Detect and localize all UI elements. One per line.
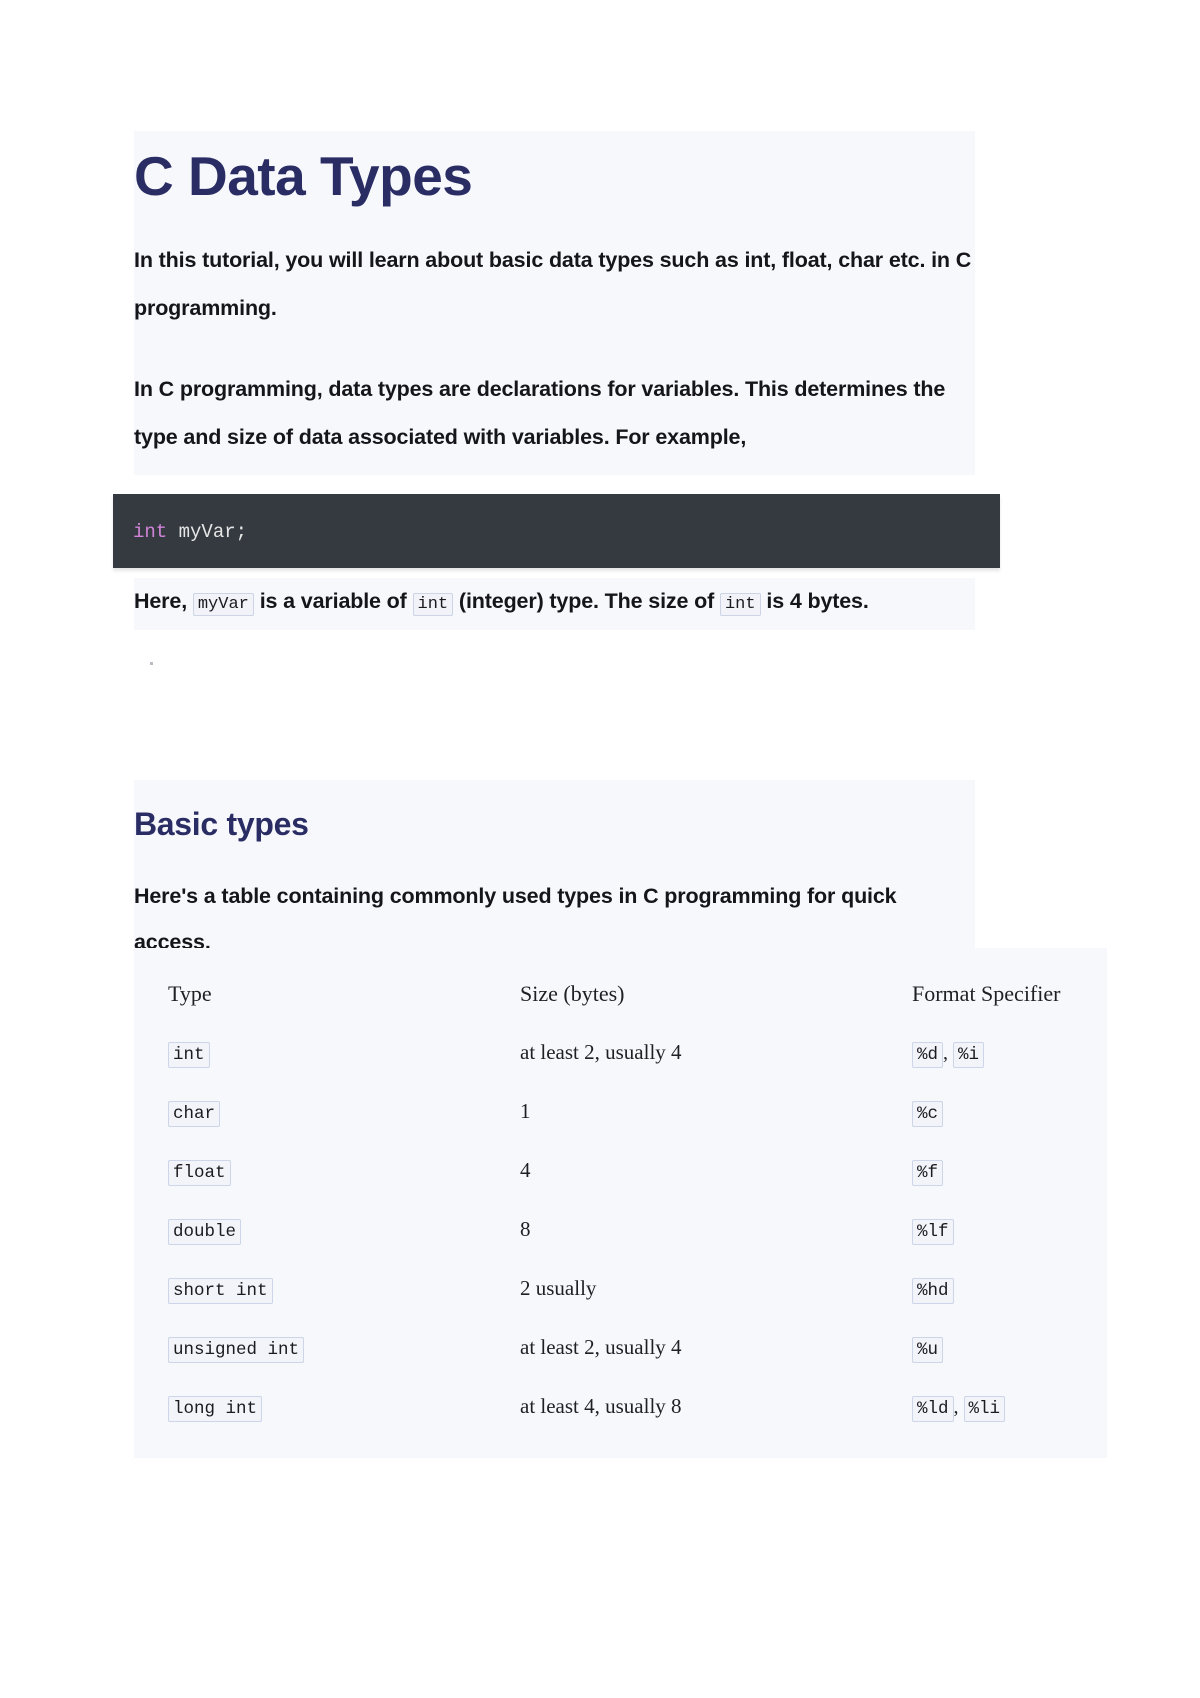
inline-code-format: %c bbox=[912, 1101, 944, 1127]
code-block: int myVar; bbox=[113, 494, 1000, 568]
cell-format-specifier: %ld, %li bbox=[912, 1377, 1139, 1436]
column-header-type: Type bbox=[168, 980, 212, 1006]
cell-type: short int bbox=[134, 1259, 520, 1318]
code-rest-token: myVar; bbox=[167, 521, 248, 543]
inline-code-type: short int bbox=[168, 1278, 273, 1304]
column-header-format-specifier: Format Specifier bbox=[912, 980, 1061, 1006]
explanation-section: Here, myVar is a variable of int (intege… bbox=[134, 578, 975, 630]
inline-code-type: float bbox=[168, 1160, 231, 1186]
document-page: C Data Types In this tutorial, you will … bbox=[0, 0, 1200, 1698]
stray-dot-artifact bbox=[150, 662, 153, 665]
table-header-row: Type Size (bytes) Format Specifier bbox=[134, 964, 1139, 1023]
cell-format-specifier: %hd bbox=[912, 1259, 1139, 1318]
intro-section: C Data Types In this tutorial, you will … bbox=[134, 131, 975, 476]
table-row: short int 2 usually %hd bbox=[134, 1259, 1139, 1318]
inline-code-format: %i bbox=[953, 1042, 985, 1068]
cell-type: unsigned int bbox=[134, 1318, 520, 1377]
explanation-mid-2: (integer) type. The size of bbox=[453, 589, 720, 613]
inline-code-format: %ld bbox=[912, 1396, 954, 1422]
table-row: long int at least 4, usually 8 %ld, %li bbox=[134, 1377, 1139, 1436]
cell-type: float bbox=[134, 1141, 520, 1200]
table-row: double 8 %lf bbox=[134, 1200, 1139, 1259]
format-separator: , bbox=[943, 1042, 954, 1064]
types-table-container: Type Size (bytes) Format Specifier int at… bbox=[134, 948, 1107, 1458]
cell-size: at least 4, usually 8 bbox=[520, 1394, 682, 1418]
code-line: int myVar; bbox=[133, 522, 1000, 542]
cell-format-specifier: %d, %i bbox=[912, 1023, 1139, 1082]
page-title: C Data Types bbox=[134, 145, 473, 207]
inline-code-type: unsigned int bbox=[168, 1337, 305, 1363]
cell-type: char bbox=[134, 1082, 520, 1141]
types-table: Type Size (bytes) Format Specifier int at… bbox=[134, 964, 1139, 1436]
cell-size: 1 bbox=[520, 1099, 531, 1123]
intro-paragraph-1: In this tutorial, you will learn about b… bbox=[134, 248, 972, 321]
inline-code-type: double bbox=[168, 1219, 242, 1245]
cell-format-specifier: %u bbox=[912, 1318, 1139, 1377]
inline-code-myvar: myVar bbox=[192, 593, 254, 616]
inline-code-format: %li bbox=[963, 1396, 1006, 1422]
cell-type: double bbox=[134, 1200, 520, 1259]
cell-size: at least 2, usually 4 bbox=[520, 1040, 682, 1064]
explanation-mid-1: is a variable of bbox=[253, 589, 413, 613]
inline-code-int-1: int bbox=[412, 593, 454, 616]
inline-code-format: %f bbox=[912, 1160, 944, 1186]
inline-code-type: char bbox=[168, 1101, 221, 1127]
inline-code-format: %d bbox=[912, 1042, 944, 1068]
table-row: float 4 %f bbox=[134, 1141, 1139, 1200]
inline-code-format: %u bbox=[912, 1337, 944, 1363]
table-row: unsigned int at least 2, usually 4 %u bbox=[134, 1318, 1139, 1377]
cell-size: at least 2, usually 4 bbox=[520, 1335, 682, 1359]
inline-code-format: %lf bbox=[912, 1219, 954, 1245]
cell-format-specifier: %lf bbox=[912, 1200, 1139, 1259]
cell-type: long int bbox=[134, 1377, 520, 1436]
types-table-head: Type Size (bytes) Format Specifier bbox=[134, 964, 1139, 1023]
explanation-suffix: is 4 bytes. bbox=[760, 589, 869, 613]
code-keyword-token: int bbox=[133, 521, 168, 543]
cell-format-specifier: %c bbox=[912, 1082, 1139, 1141]
inline-code-int-2: int bbox=[719, 593, 761, 616]
section-heading-basic-types: Basic types bbox=[134, 806, 309, 842]
table-row: int at least 2, usually 4 %d, %i bbox=[134, 1023, 1139, 1082]
intro-paragraph-2: In C programming, data types are declara… bbox=[134, 377, 946, 450]
inline-code-type: long int bbox=[168, 1396, 263, 1422]
cell-format-specifier: %f bbox=[912, 1141, 1139, 1200]
cell-type: int bbox=[134, 1023, 520, 1082]
format-separator: , bbox=[953, 1396, 964, 1418]
table-row: char 1 %c bbox=[134, 1082, 1139, 1141]
explanation-line: Here, myVar is a variable of int (intege… bbox=[134, 582, 975, 624]
cell-size: 2 usually bbox=[520, 1276, 597, 1300]
cell-size: 8 bbox=[520, 1217, 531, 1241]
cell-size: 4 bbox=[520, 1158, 531, 1182]
column-header-size: Size (bytes) bbox=[520, 980, 625, 1006]
inline-code-format: %hd bbox=[912, 1278, 954, 1304]
types-table-body: int at least 2, usually 4 %d, %i char 1 %c flo… bbox=[134, 1023, 1139, 1436]
explanation-prefix: Here, bbox=[134, 589, 193, 613]
inline-code-type: int bbox=[168, 1042, 210, 1068]
